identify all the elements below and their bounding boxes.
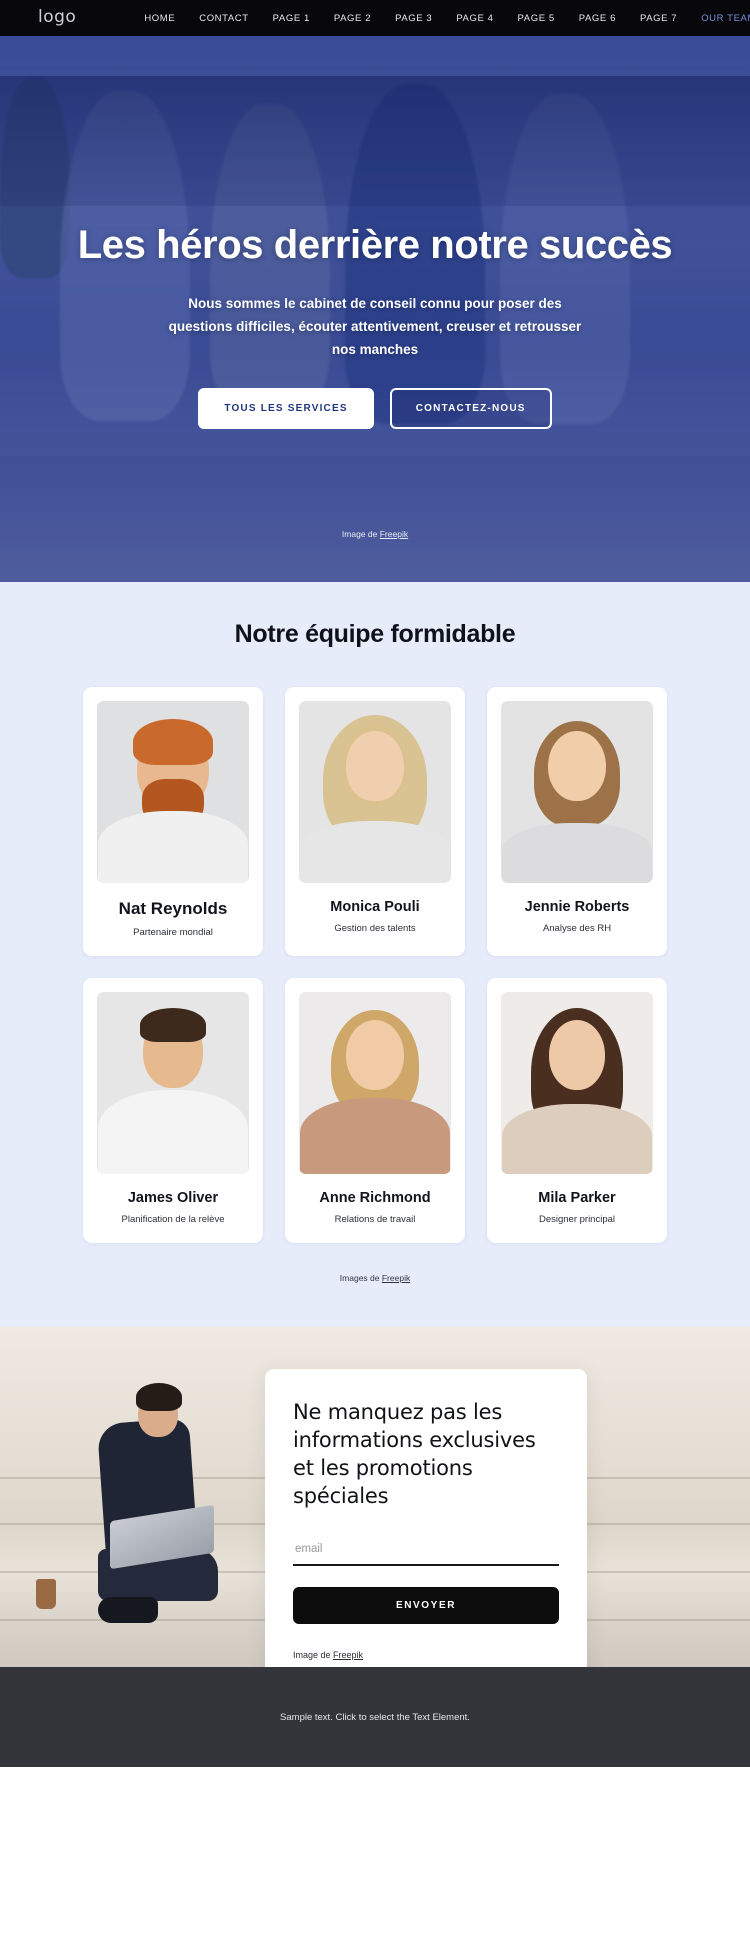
email-input[interactable] (293, 1538, 559, 1566)
site-footer: Sample text. Click to select the Text El… (0, 1667, 750, 1767)
member-role: Relations de travail (334, 1214, 416, 1225)
team-section: Notre équipe formidable Nat Reynolds Par… (0, 582, 750, 1327)
member-role: Partenaire mondial (133, 927, 213, 938)
team-section-title: Notre équipe formidable (234, 620, 516, 648)
member-role: Designer principal (538, 1214, 616, 1225)
coffee-cup-icon (36, 1579, 56, 1609)
nav-link-page-6[interactable]: PAGE 6 (579, 13, 616, 24)
team-credit-text: Images de (339, 1273, 382, 1283)
member-photo (299, 992, 451, 1174)
team-member-card[interactable]: Monica Pouli Gestion des talents (285, 687, 465, 956)
nav-link-page-5[interactable]: PAGE 5 (518, 13, 555, 24)
hero-title: Les héros derrière notre succès (77, 223, 673, 267)
hero-button-group: TOUS LES SERVICES CONTACTEZ-NOUS (0, 387, 750, 429)
newsletter-credit-link[interactable]: Freepik (333, 1650, 363, 1660)
team-member-card[interactable]: Mila Parker Designer principal (487, 978, 667, 1243)
member-name: Nat Reynolds (118, 899, 228, 918)
team-member-card[interactable]: Jennie Roberts Analyse des RH (487, 687, 667, 956)
newsletter-person-illustration (96, 1373, 226, 1641)
team-member-card[interactable]: Anne Richmond Relations de travail (285, 978, 465, 1243)
team-member-card[interactable]: James Oliver Planification de la relève (83, 978, 263, 1243)
footer-sample-text[interactable]: Sample text. Click to select the Text El… (280, 1712, 470, 1723)
nav-link-contact[interactable]: CONTACT (199, 13, 248, 24)
nav-link-page-3[interactable]: PAGE 3 (395, 13, 432, 24)
member-name: Jennie Roberts (524, 899, 630, 915)
newsletter-section: Ne manquez pas les informations exclusiv… (0, 1327, 750, 1667)
nav-link-home[interactable]: HOME (144, 13, 175, 24)
nav-links: HOME CONTACT PAGE 1 PAGE 2 PAGE 3 PAGE 4… (144, 13, 750, 24)
member-photo (501, 701, 653, 883)
member-name: Mila Parker (538, 1190, 616, 1206)
hero-subtitle: Nous sommes le cabinet de conseil connu … (168, 296, 582, 358)
hero-credit-link[interactable]: Freepik (380, 529, 408, 539)
member-role: Planification de la relève (121, 1214, 225, 1225)
nav-link-page-7[interactable]: PAGE 7 (640, 13, 677, 24)
member-name: Monica Pouli (330, 899, 420, 915)
member-photo (299, 701, 451, 883)
hero-content: Les héros derrière notre succès Nous som… (0, 36, 750, 429)
newsletter-title: Ne manquez pas les informations exclusiv… (293, 1400, 536, 1508)
team-member-card[interactable]: Nat Reynolds Partenaire mondial (83, 687, 263, 956)
hero-credit-text: Image de (341, 529, 380, 539)
member-photo (97, 992, 249, 1174)
newsletter-submit-button[interactable]: ENVOYER (293, 1586, 559, 1624)
nav-link-page-4[interactable]: PAGE 4 (456, 13, 493, 24)
contact-us-button[interactable]: CONTACTEZ-NOUS (389, 387, 552, 429)
member-photo (97, 701, 249, 883)
newsletter-credit-text: Image de (293, 1649, 334, 1660)
newsletter-card: Ne manquez pas les informations exclusiv… (265, 1369, 587, 1667)
all-services-button[interactable]: TOUS LES SERVICES (198, 387, 374, 429)
hero-image-credit: Image de Freepik (0, 529, 750, 539)
member-name: Anne Richmond (319, 1190, 431, 1206)
newsletter-image-credit: Image de Freepik (293, 1650, 559, 1660)
nav-link-page-2[interactable]: PAGE 2 (334, 13, 371, 24)
team-images-credit: Images de Freepik (0, 1273, 750, 1283)
team-credit-link[interactable]: Freepik (382, 1273, 410, 1283)
member-role: Gestion des talents (334, 923, 416, 934)
member-name: James Oliver (127, 1190, 219, 1206)
site-logo[interactable]: logo (38, 8, 76, 26)
member-role: Analyse des RH (542, 923, 612, 934)
nav-link-our-team[interactable]: OUR TEAM (701, 13, 750, 24)
hero-section: Les héros derrière notre succès Nous som… (0, 36, 750, 582)
top-navigation-bar: logo HOME CONTACT PAGE 1 PAGE 2 PAGE 3 P… (0, 0, 750, 36)
nav-link-page-1[interactable]: PAGE 1 (273, 13, 310, 24)
member-photo (501, 992, 653, 1174)
team-grid: Nat Reynolds Partenaire mondial Monica P… (0, 687, 750, 1243)
